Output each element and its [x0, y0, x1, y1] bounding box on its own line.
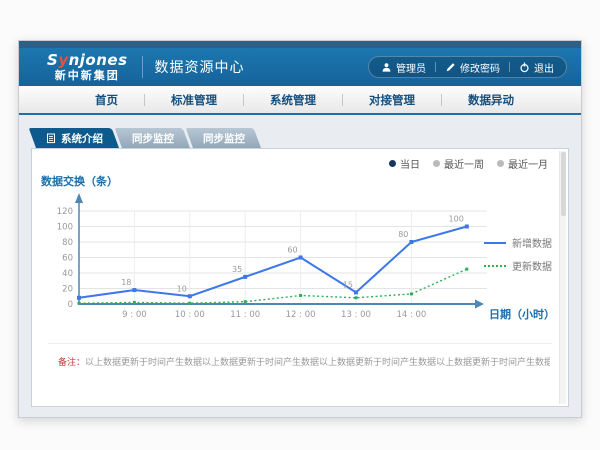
svg-text:60: 60 — [287, 246, 297, 255]
pill-divider — [509, 62, 510, 72]
svg-text:10 : 00: 10 : 00 — [175, 310, 205, 320]
svg-text:日期（小时）: 日期（小时） — [489, 307, 555, 321]
svg-text:100: 100 — [57, 223, 73, 233]
nav-item-standard-mgmt[interactable]: 标准管理 — [145, 92, 243, 108]
app-header: Synjones 新中新集团 数据资源中心 管理员 修改密码 退出 — [19, 48, 581, 86]
range-option-today[interactable]: 当日 — [389, 156, 420, 171]
svg-text:20: 20 — [62, 285, 73, 295]
time-range-selector: 当日 最近一周 最近一月 — [389, 156, 548, 171]
svg-text:15: 15 — [343, 280, 353, 289]
legend-item-new-data: 新增数据 — [484, 235, 552, 250]
logout-button[interactable]: 退出 — [519, 60, 554, 75]
range-option-last-week[interactable]: 最近一周 — [433, 156, 484, 171]
document-icon — [46, 133, 56, 144]
window-top-strip — [19, 41, 581, 48]
svg-text:11 : 00: 11 : 00 — [230, 310, 260, 320]
solid-line-swatch-icon — [484, 242, 506, 244]
radio-dot-icon — [389, 160, 396, 167]
company-logo: Synjones 新中新集团 — [47, 53, 128, 81]
svg-text:60: 60 — [62, 254, 73, 264]
footnote: 备注：以上数据更新于时间产生数据以上数据更新于时间产生数据以上数据更新于时间产生… — [58, 355, 550, 368]
svg-text:13 : 00: 13 : 00 — [341, 310, 371, 320]
page-title: 数据资源中心 — [155, 57, 245, 77]
edit-icon — [445, 62, 456, 73]
footnote-label: 备注： — [58, 358, 85, 368]
chart-panel: 当日 最近一周 最近一月 0 20 40 60 80 100 120 9 : 00 10 : 0… — [31, 148, 569, 407]
svg-text:35: 35 — [232, 265, 242, 274]
tab-bar: 系统介绍 同步监控 同步监控 — [31, 128, 569, 148]
dotted-line-swatch-icon — [484, 265, 506, 267]
nav-item-system-mgmt[interactable]: 系统管理 — [244, 92, 342, 108]
svg-text:12 : 00: 12 : 00 — [286, 310, 316, 320]
power-icon — [519, 62, 530, 73]
svg-text:100: 100 — [449, 215, 464, 224]
nav-item-data-change[interactable]: 数据异动 — [442, 92, 540, 108]
app-window: Synjones 新中新集团 数据资源中心 管理员 修改密码 退出 首页 标准管… — [18, 40, 582, 418]
logo-subtitle: 新中新集团 — [47, 70, 128, 81]
panel-scrollbar[interactable] — [559, 151, 566, 404]
nav-item-interface-mgmt[interactable]: 对接管理 — [343, 92, 441, 108]
nav-item-home[interactable]: 首页 — [69, 92, 144, 108]
svg-text:10: 10 — [177, 284, 187, 293]
svg-text:18: 18 — [121, 278, 131, 287]
scrollbar-thumb[interactable] — [561, 152, 566, 216]
tab-sync-monitor-1[interactable]: 同步监控 — [122, 128, 190, 148]
main-nav: 首页 标准管理 系统管理 对接管理 数据异动 — [19, 86, 581, 115]
svg-text:0: 0 — [68, 300, 73, 310]
tab-system-intro[interactable]: 系统介绍 — [36, 128, 119, 148]
svg-text:80: 80 — [398, 230, 408, 239]
radio-dot-icon — [497, 160, 504, 167]
svg-text:数据交换（条）: 数据交换（条） — [41, 174, 118, 188]
admin-user-button[interactable]: 管理员 — [381, 60, 426, 75]
radio-dot-icon — [433, 160, 440, 167]
range-option-last-month[interactable]: 最近一月 — [497, 156, 548, 171]
header-divider — [142, 56, 143, 78]
svg-text:14 : 00: 14 : 00 — [396, 310, 426, 320]
svg-text:120: 120 — [57, 207, 73, 217]
series-legend: 新增数据 更新数据 — [484, 235, 552, 281]
pill-divider — [435, 62, 436, 72]
svg-text:40: 40 — [62, 269, 73, 279]
legend-item-updated-data: 更新数据 — [484, 258, 552, 273]
svg-text:80: 80 — [62, 238, 73, 248]
change-password-button[interactable]: 修改密码 — [445, 60, 500, 75]
note-divider — [48, 343, 552, 344]
user-icon — [381, 62, 392, 73]
svg-text:9 : 00: 9 : 00 — [122, 310, 146, 320]
content-area: 系统介绍 同步监控 同步监控 当日 最近一周 — [19, 115, 581, 419]
user-toolbar: 管理员 修改密码 退出 — [368, 56, 567, 78]
logo-wordmark: Synjones — [47, 53, 128, 68]
tab-sync-monitor-2[interactable]: 同步监控 — [193, 128, 261, 148]
